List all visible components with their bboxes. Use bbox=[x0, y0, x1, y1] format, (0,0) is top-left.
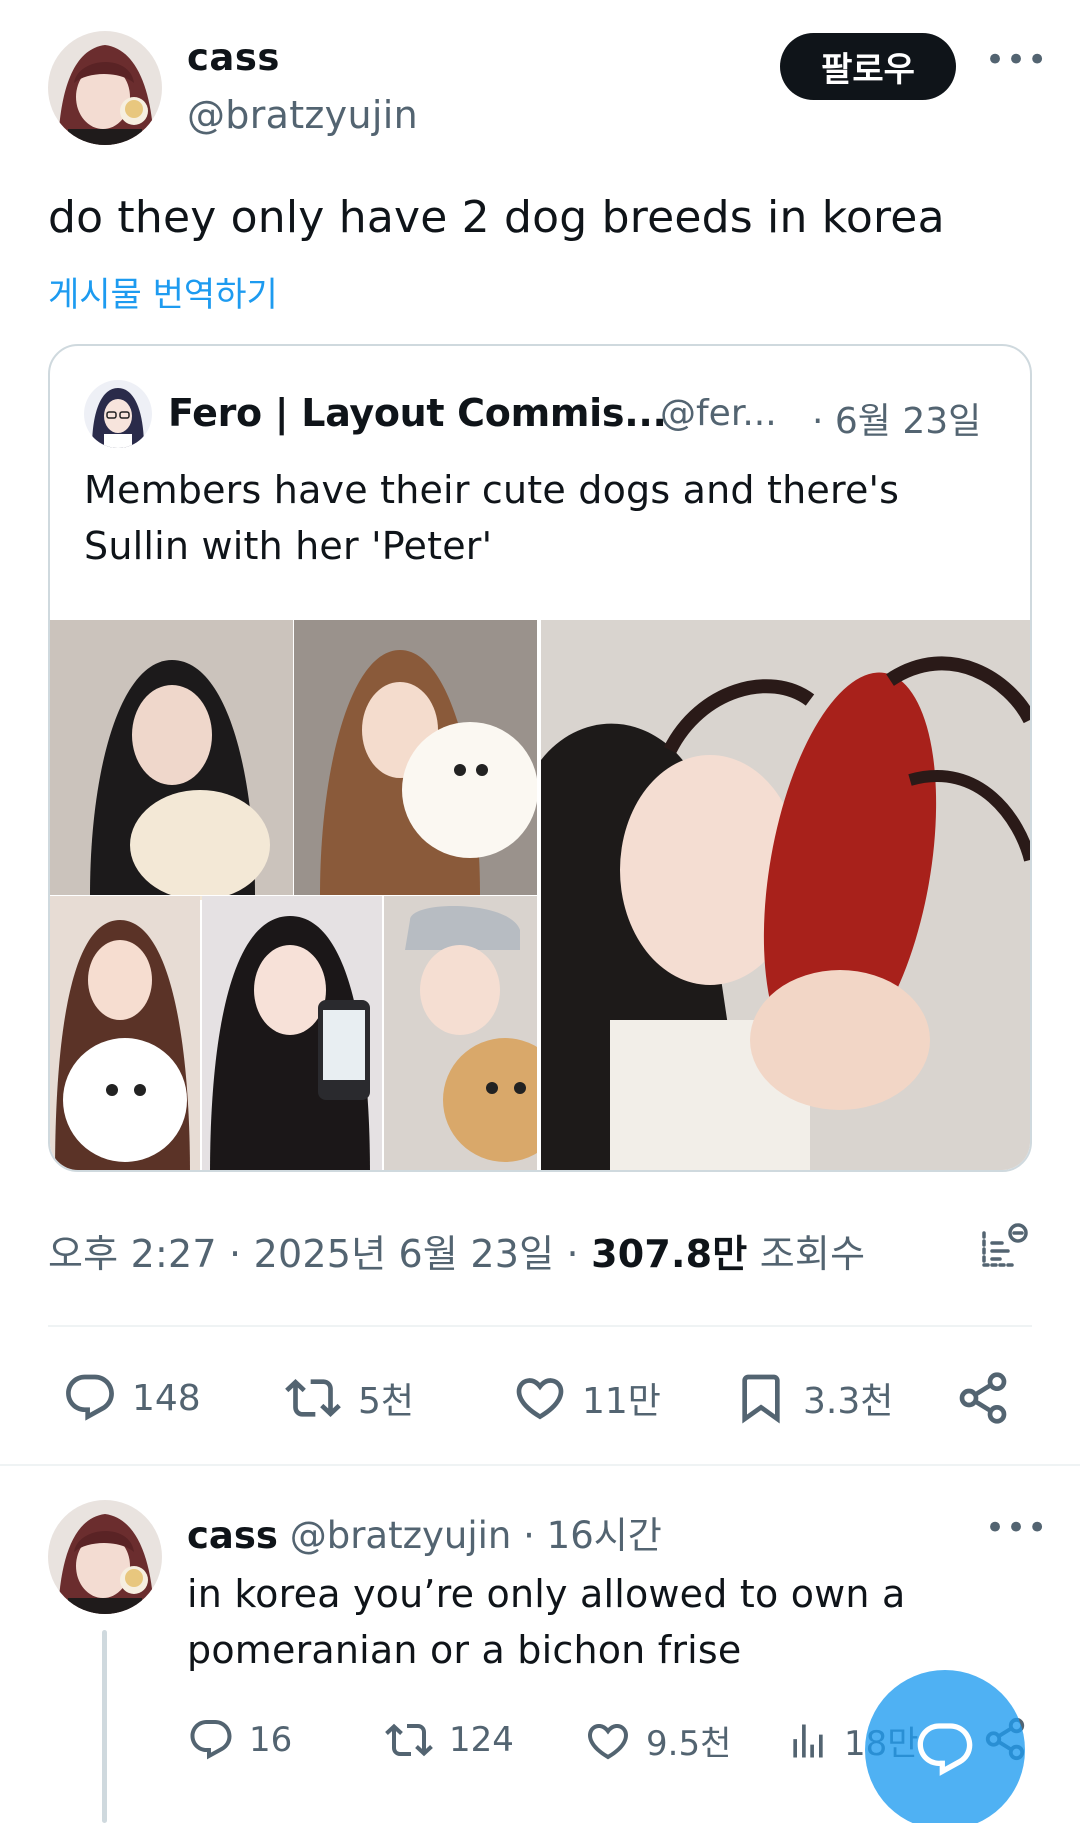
reply-author-handle[interactable]: @bratzyujin bbox=[290, 1514, 512, 1557]
thread-line bbox=[102, 1630, 107, 1823]
author-avatar[interactable] bbox=[48, 31, 162, 145]
repost-arrows-icon bbox=[285, 1379, 341, 1417]
reply-count: 148 bbox=[132, 1377, 201, 1419]
more-options-icon[interactable]: ••• bbox=[985, 40, 1048, 80]
quoted-media[interactable] bbox=[50, 620, 1030, 1170]
repost-button[interactable]: 5천 bbox=[282, 1370, 414, 1426]
dog-photo-collage bbox=[50, 620, 567, 1170]
reply-header: cass @bratzyujin · 16시간 bbox=[187, 1505, 662, 1559]
divider bbox=[48, 1325, 1032, 1327]
speech-bubble-icon bbox=[66, 1374, 114, 1421]
view-count: 307.8만 bbox=[591, 1232, 748, 1276]
reply-author-avatar[interactable] bbox=[48, 1500, 162, 1614]
heart-icon bbox=[587, 1723, 629, 1759]
follow-button[interactable]: 팔로우 bbox=[780, 33, 956, 100]
repost-count: 5천 bbox=[358, 1381, 415, 1422]
quoted-author-avatar bbox=[84, 380, 152, 448]
reply-button[interactable]: 148 bbox=[62, 1370, 201, 1426]
reply-time[interactable]: · 16시간 bbox=[523, 1514, 662, 1557]
quoted-author-handle: @fer... bbox=[660, 393, 777, 434]
like-count: 11만 bbox=[582, 1381, 661, 1422]
reply-more-options-icon[interactable]: ••• bbox=[985, 1508, 1048, 1548]
bookmark-button[interactable]: 3.3천 bbox=[733, 1370, 893, 1426]
lobster-photo bbox=[541, 620, 1030, 1170]
reply-like-count: 9.5천 bbox=[646, 1724, 732, 1764]
author-handle[interactable]: @bratzyujin bbox=[187, 93, 418, 137]
reply-like-button[interactable]: 9.5천 bbox=[584, 1716, 731, 1765]
reply-repost-button[interactable]: 124 bbox=[383, 1716, 514, 1764]
bar-chart-icon bbox=[793, 1724, 823, 1757]
reply-text: in korea you’re only allowed to own a po… bbox=[187, 1572, 906, 1672]
bookmark-icon bbox=[742, 1374, 780, 1424]
tweet-text: do they only have 2 dog breeds in korea bbox=[48, 192, 945, 243]
reply-repost-count: 124 bbox=[449, 1720, 514, 1760]
like-button[interactable]: 11만 bbox=[512, 1370, 661, 1426]
share-icon bbox=[959, 1372, 1007, 1424]
quoted-tweet-card[interactable]: Fero | Layout Commis... @fer... · 6월 23일… bbox=[48, 344, 1032, 1172]
translate-post-link[interactable]: 게시물 번역하기 bbox=[48, 267, 278, 316]
quoted-author-name: Fero | Layout Commis... bbox=[168, 391, 667, 435]
bookmark-count: 3.3천 bbox=[803, 1381, 894, 1422]
reply-reply-button[interactable]: 16 bbox=[187, 1716, 292, 1764]
speech-bubble-icon bbox=[190, 1720, 232, 1760]
repost-arrows-icon bbox=[385, 1723, 433, 1757]
quoted-tweet-date: · 6월 23일 bbox=[812, 401, 982, 442]
heart-icon bbox=[516, 1378, 564, 1420]
quoted-tweet-text: Members have their cute dogs and there's… bbox=[84, 468, 900, 568]
view-label: 조회수 bbox=[759, 1232, 866, 1276]
compose-reply-icon bbox=[917, 1723, 973, 1776]
tweet-meta: 오후 2:27 · 2025년 6월 23일 · 307.8만 조회수 bbox=[48, 1232, 866, 1276]
tweet-time[interactable]: 오후 2:27 bbox=[48, 1232, 217, 1276]
share-button[interactable] bbox=[955, 1370, 1011, 1426]
tweet-date[interactable]: 2025년 6월 23일 bbox=[254, 1232, 555, 1276]
author-name[interactable]: cass bbox=[187, 36, 280, 79]
reply-author-name[interactable]: cass bbox=[187, 1514, 278, 1557]
divider bbox=[0, 1464, 1080, 1466]
compose-reply-button[interactable] bbox=[865, 1670, 1025, 1823]
reply-reply-count: 16 bbox=[249, 1720, 293, 1760]
analytics-icon[interactable] bbox=[978, 1221, 1030, 1273]
